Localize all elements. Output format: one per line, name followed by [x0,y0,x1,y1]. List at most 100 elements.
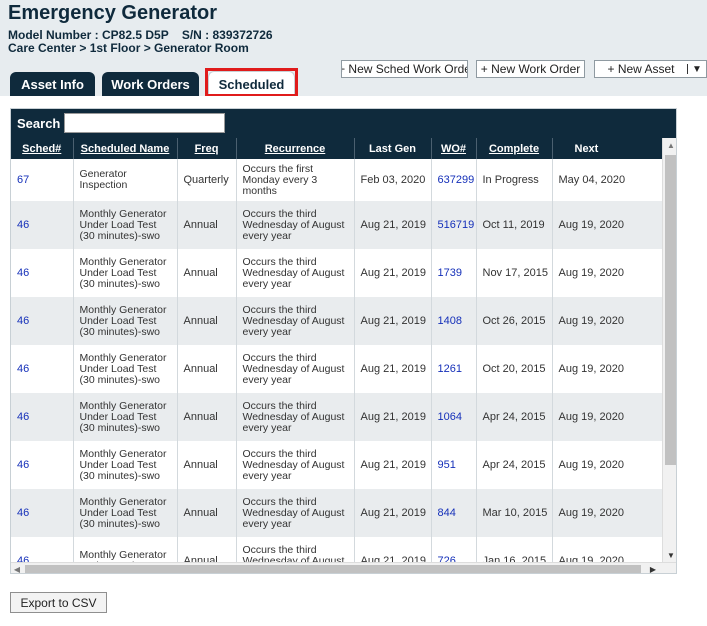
cell-recurrence: Occurs the third Wednesday of August eve… [236,345,355,393]
cell-sched[interactable]: 46 [11,393,74,441]
col-header-next: Next [552,138,676,159]
cell-wo[interactable]: 951 [431,441,477,489]
page-title: Emergency Generator [8,2,217,24]
cell-scheduled-name: Monthly Generator Under Load Test (30 mi… [73,201,178,249]
cell-freq: Annual [177,393,237,441]
cell-recurrence: Occurs the first Monday every 3 months [236,159,355,201]
col-header-last-gen: Last Gen [354,138,432,159]
schedule-table-wrap: Sched# Scheduled Name Freq Recurrence La… [11,138,676,562]
cell-last-gen: Aug 21, 2019 [354,345,432,393]
cell-recurrence: Occurs the third Wednesday of August eve… [236,441,355,489]
table-row[interactable]: 46Monthly Generator Under Load TestAnnua… [11,537,676,562]
cell-next: Aug 19, 2020 [552,537,676,562]
cell-complete: In Progress [476,159,553,201]
cell-next: Aug 19, 2020 [552,201,676,249]
cell-complete: Oct 20, 2015 [476,345,553,393]
new-asset-button[interactable]: + New Asset [595,62,688,76]
table-row[interactable]: 46 Monthly Generator Under Load Test (30 … [11,489,676,537]
cell-wo[interactable]: 516719 [431,201,477,249]
cell-freq: Annual [177,249,237,297]
model-serial-line: Model Number : CP82.5 D5P S/N : 83937272… [8,28,273,42]
col-header-recurrence[interactable]: Recurrence [236,138,355,159]
cell-last-gen: Feb 03, 2020 [354,159,432,201]
cell-recurrence: Occurs the third Wednesday of August eve… [236,297,355,345]
search-input[interactable] [64,113,225,133]
cell-next: Aug 19, 2020 [552,441,676,489]
col-header-complete[interactable]: Complete [476,138,553,159]
cell-wo[interactable]: 844 [431,489,477,537]
cell-complete: Nov 17, 2015 [476,249,553,297]
cell-last-gen: Aug 21, 2019 [354,489,432,537]
cell-scheduled-name: Monthly Generator Under Load Test [73,537,178,562]
table-row[interactable]: 67 Generator Inspection Quarterly Occurs th… [11,159,676,201]
cell-scheduled-name: Monthly Generator Under Load Test (30 mi… [73,489,178,537]
col-header-sched[interactable]: Sched# [11,138,74,159]
cell-scheduled-name: Monthly Generator Under Load Test (30 mi… [73,441,178,489]
scheduled-content: Search Sched# Scheduled Name Freq Recurr… [0,96,707,626]
cell-wo[interactable]: 1739 [431,249,477,297]
new-sched-work-order-button[interactable]: + New Sched Work Orde [341,60,468,78]
cell-sched[interactable]: 46 [11,249,74,297]
cell-next: Aug 19, 2020 [552,489,676,537]
cell-wo[interactable]: 1408 [431,297,477,345]
table-row[interactable]: 46 Monthly Generator Under Load Test (30 … [11,393,676,441]
cell-scheduled-name: Monthly Generator Under Load Test (30 mi… [73,393,178,441]
schedule-table: Sched# Scheduled Name Freq Recurrence La… [11,138,676,562]
search-bar: Search [11,109,676,138]
cell-last-gen: Aug 21, 2019 [354,441,432,489]
cell-sched[interactable]: 67 [11,159,74,201]
cell-sched[interactable]: 46 [11,441,74,489]
vertical-scrollbar[interactable]: ▲ ▼ [662,138,676,562]
cell-recurrence: Occurs the third Wednesday of August eve… [236,393,355,441]
col-header-wo[interactable]: WO# [431,138,477,159]
table-row[interactable]: 46 Monthly Generator Under Load Test (30 … [11,345,676,393]
scroll-down-icon[interactable]: ▼ [663,548,676,562]
cell-next: Aug 19, 2020 [552,249,676,297]
export-to-csv-button[interactable]: Export to CSV [10,592,107,613]
asset-header: Emergency Generator Model Number : CP82.… [0,0,707,97]
cell-last-gen: Aug 21, 2019 [354,537,432,562]
cell-sched[interactable]: 46 [11,297,74,345]
cell-sched[interactable]: 46 [11,537,74,562]
cell-last-gen: Aug 21, 2019 [354,297,432,345]
schedule-table-body: 67 Generator Inspection Quarterly Occurs th… [11,159,676,562]
cell-wo[interactable]: 1064 [431,393,477,441]
cell-freq: Annual [177,345,237,393]
tab-work-orders[interactable]: Work Orders [102,72,199,96]
cell-sched[interactable]: 46 [11,489,74,537]
table-row[interactable]: 46 Monthly Generator Under Load Test (30 … [11,201,676,249]
cell-sched[interactable]: 46 [11,345,74,393]
cell-wo[interactable]: 637299 [431,159,477,201]
scheduled-grid-panel: Search Sched# Scheduled Name Freq Recurr… [10,108,677,574]
cell-complete: Apr 24, 2015 [476,393,553,441]
cell-wo[interactable]: 726 [431,537,477,562]
cell-scheduled-name: Generator Inspection [73,159,178,201]
scroll-right-icon[interactable]: ▶ [647,563,659,573]
table-row[interactable]: 46 Monthly Generator Under Load Test (30 … [11,297,676,345]
new-work-order-button[interactable]: + New Work Order [476,60,585,78]
cell-recurrence: Occurs the third Wednesday of August eve… [236,249,355,297]
table-row[interactable]: 46 Monthly Generator Under Load Test (30 … [11,249,676,297]
cell-complete: Jan 16, 2015 [476,537,553,562]
location-breadcrumb: Care Center > 1st Floor > Generator Room [8,41,249,55]
cell-freq: Annual [177,489,237,537]
scroll-up-icon[interactable]: ▲ [663,138,676,152]
horizontal-scroll-thumb[interactable] [25,565,641,573]
cell-freq: Annual [177,297,237,345]
cell-wo[interactable]: 1261 [431,345,477,393]
col-header-freq[interactable]: Freq [177,138,237,159]
cell-sched[interactable]: 46 [11,201,74,249]
horizontal-scrollbar[interactable]: ◀ ▶ [11,562,676,573]
vertical-scroll-thumb[interactable] [665,155,676,465]
table-row[interactable]: 46 Monthly Generator Under Load Test (30 … [11,441,676,489]
new-asset-split-button[interactable]: + New Asset ▼ [594,60,707,78]
cell-freq: Annual [177,441,237,489]
cell-complete: Mar 10, 2015 [476,489,553,537]
cell-freq: Annual [177,537,237,562]
scroll-left-icon[interactable]: ◀ [11,563,23,573]
col-header-scheduled-name[interactable]: Scheduled Name [73,138,178,159]
cell-complete: Oct 26, 2015 [476,297,553,345]
cell-freq: Quarterly [177,159,237,201]
tab-asset-info[interactable]: Asset Info [10,72,95,96]
dropdown-arrow-icon[interactable]: ▼ [688,61,706,77]
